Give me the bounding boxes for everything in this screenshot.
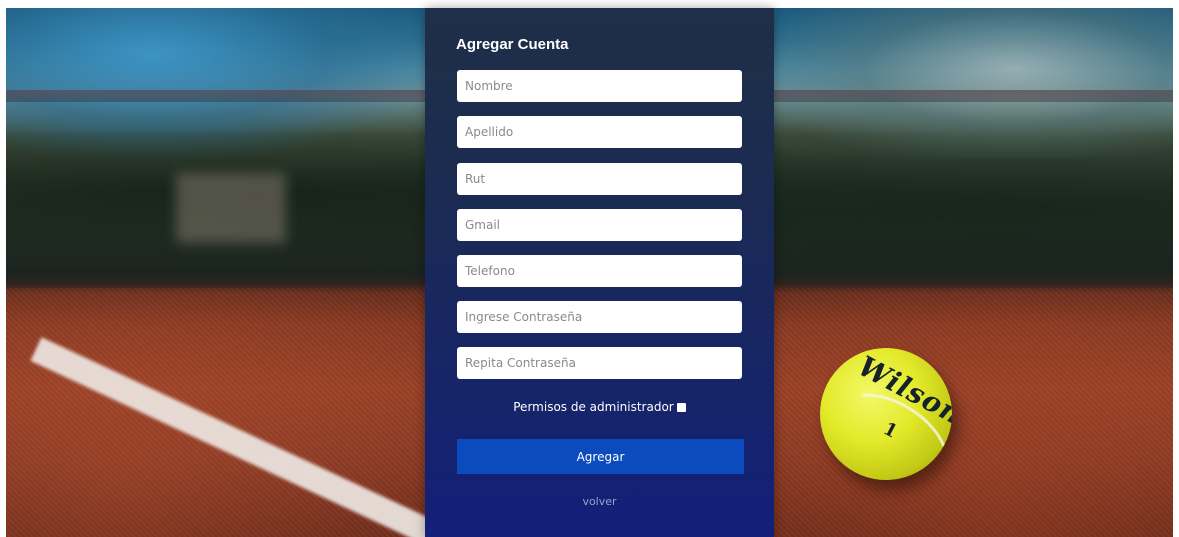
apellido-input[interactable] — [457, 116, 742, 148]
agregar-button[interactable]: Agregar — [457, 439, 744, 474]
rut-input[interactable] — [457, 163, 742, 195]
admin-permissions-label: Permisos de administrador — [513, 400, 674, 414]
tennis-ball-image: Wilson 1 — [820, 348, 952, 480]
repeat-password-input[interactable] — [457, 347, 742, 379]
add-account-form: Agregar Cuenta Permisos de administrador… — [425, 8, 774, 537]
blurred-building — [176, 173, 286, 243]
form-title: Agregar Cuenta — [456, 36, 569, 53]
nombre-input[interactable] — [457, 70, 742, 102]
page: Wilson 1 Agregar Cuenta Permisos de admi… — [0, 0, 1179, 537]
admin-permissions-checkbox[interactable] — [676, 403, 686, 412]
password-input[interactable] — [457, 301, 742, 333]
gmail-input[interactable] — [457, 209, 742, 241]
volver-link[interactable]: volver — [425, 495, 774, 508]
admin-permissions-row: Permisos de administrador — [425, 400, 774, 414]
telefono-input[interactable] — [457, 255, 742, 287]
